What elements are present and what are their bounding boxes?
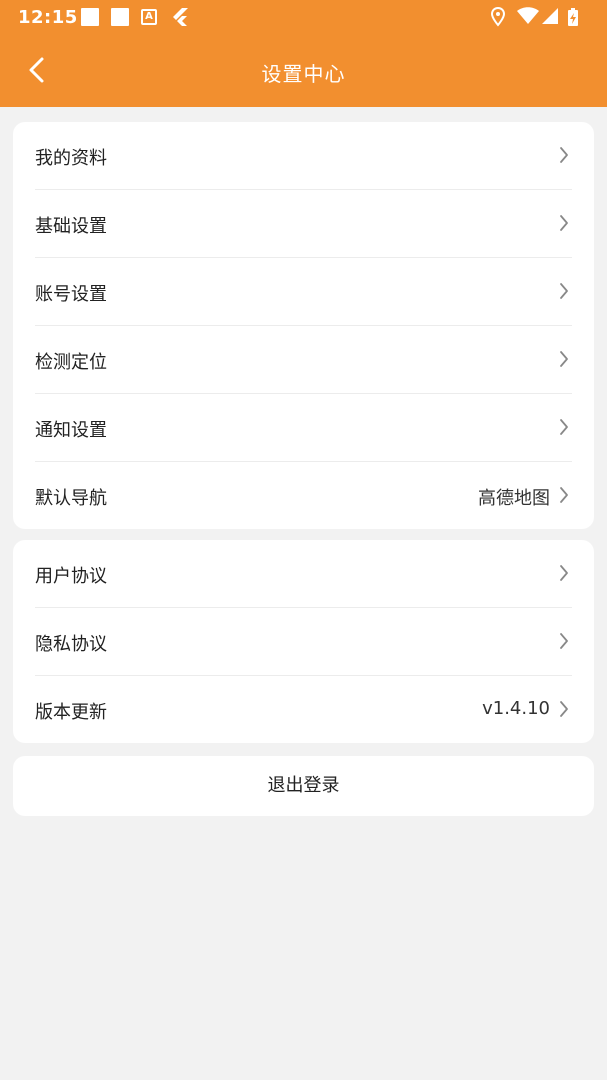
chevron-right-icon [560,215,568,231]
notification-square-icon [81,8,99,26]
battery-icon [568,8,578,26]
settings-item-account[interactable]: 账号设置 [35,258,572,326]
settings-item-label: 用户协议 [35,566,107,587]
chevron-right-icon [560,633,568,649]
nav-bar: 设置中心 [0,40,607,104]
chevron-right-icon [560,283,568,299]
app-notification-icon: A [141,9,157,25]
settings-group-main: 我的资料 基础设置 账号设置 检测定位 通知设置 默认导航 高德地图 [13,122,594,529]
settings-item-label: 默认导航 [35,488,107,509]
settings-item-privacy-agreement[interactable]: 隐私协议 [35,608,572,676]
settings-item-default-navigation[interactable]: 默认导航 高德地图 [35,462,572,529]
settings-item-label: 账号设置 [35,284,107,305]
location-icon [491,7,505,27]
settings-item-notifications[interactable]: 通知设置 [35,394,572,462]
app-header: 12:15 A 设置中心 [0,0,607,107]
settings-item-label: 隐私协议 [35,634,107,655]
signal-icon [542,8,558,24]
notification-square-icon [111,8,129,26]
settings-item-user-agreement[interactable]: 用户协议 [35,540,572,608]
settings-item-basic[interactable]: 基础设置 [35,190,572,258]
page-title: 设置中心 [261,62,346,86]
settings-item-label: 我的资料 [35,148,107,169]
settings-group-about: 用户协议 隐私协议 版本更新 v1.4.10 [13,540,594,743]
settings-item-label: 通知设置 [35,420,107,441]
chevron-right-icon [560,701,568,717]
settings-item-label: 版本更新 [35,702,107,723]
chevron-right-icon [560,419,568,435]
settings-item-profile[interactable]: 我的资料 [35,122,572,190]
chevron-right-icon [560,565,568,581]
status-right-icons [491,7,591,27]
chevron-right-icon [560,147,568,163]
status-bar: 12:15 A [0,0,607,34]
settings-item-value: v1.4.10 [482,698,550,719]
settings-item-version-update[interactable]: 版本更新 v1.4.10 [35,676,572,743]
flutter-icon [173,8,188,26]
chevron-right-icon [560,351,568,367]
logout-button[interactable]: 退出登录 [13,756,594,816]
status-time: 12:15 [18,7,78,28]
chevron-right-icon [560,487,568,503]
settings-item-location-check[interactable]: 检测定位 [35,326,572,394]
wifi-icon [517,7,539,24]
settings-item-label: 基础设置 [35,216,107,237]
settings-item-label: 检测定位 [35,352,107,373]
settings-item-value: 高德地图 [478,488,550,509]
